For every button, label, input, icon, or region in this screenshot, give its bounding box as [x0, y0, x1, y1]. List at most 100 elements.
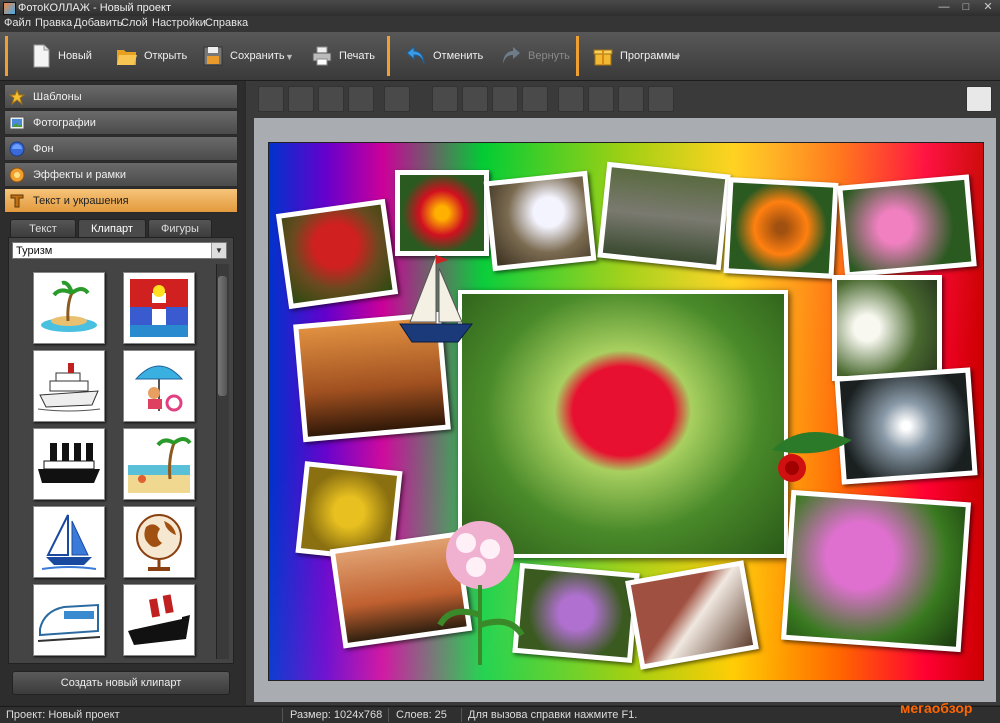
undo-arrow-icon [406, 45, 425, 65]
status-layers: Слоев: 25 [396, 709, 447, 721]
section-templates[interactable]: Шаблоны [4, 84, 238, 109]
photo-mushroom[interactable] [275, 198, 399, 310]
menu-edit[interactable]: Правка [35, 17, 72, 29]
section-label: Текст и украшения [33, 194, 129, 207]
status-size: Размер: 1024x768 [290, 709, 383, 721]
save-button[interactable]: Сохранить [202, 38, 285, 74]
photos-icon [9, 116, 25, 129]
tab-clipart[interactable]: Клипарт [78, 219, 146, 238]
menu-add[interactable]: Добавить [74, 17, 123, 29]
status-hint: Для вызова справки нажмите F1. [468, 709, 638, 721]
section-photos[interactable]: Фотографии [4, 110, 238, 135]
open-label: Открыть [144, 50, 188, 62]
watermark-logo: мегаобзор [900, 700, 973, 716]
new-button[interactable]: Новый [30, 38, 92, 74]
redo-arrow-icon [503, 47, 520, 64]
tab-shapes[interactable]: Фигуры [148, 219, 212, 238]
create-clipart-button[interactable]: Создать новый клипарт [12, 671, 230, 695]
photo-white-flower[interactable] [832, 275, 942, 381]
category-value: Туризм [16, 245, 53, 257]
rose-decoration[interactable] [762, 410, 866, 490]
new-label: Новый [58, 50, 92, 62]
cruise-ship-clip[interactable] [33, 350, 105, 422]
flower-decoration[interactable] [430, 515, 530, 665]
section-label: Фон [33, 142, 54, 155]
delete-icon[interactable] [558, 86, 584, 112]
redo-button[interactable]: Вернуть [500, 38, 570, 74]
main-toolbar: Новый Открыть Сохранить ▼ Печать Отменит… [0, 32, 1000, 81]
close-button[interactable]: ✕ [977, 1, 999, 14]
photo-pink-flowers[interactable] [837, 174, 977, 278]
sailboat-clip[interactable] [33, 506, 105, 578]
minimize-button[interactable]: — [933, 1, 955, 14]
section-background[interactable]: Фон [4, 136, 238, 161]
toolbar-separator [5, 36, 8, 76]
layer-toolbar [252, 84, 996, 114]
app-icon [3, 2, 16, 15]
align-icon[interactable] [384, 86, 410, 112]
sailboat-decoration[interactable] [396, 250, 476, 350]
photo-crocus[interactable] [483, 170, 597, 272]
photo-purple-allium[interactable] [512, 562, 640, 664]
title-bar: ФотоКОЛЛАЖ - Новый проект — □ ✕ [0, 0, 1000, 16]
open-button[interactable]: Открыть [116, 38, 187, 74]
send-back-icon[interactable] [348, 86, 374, 112]
beach-palms-clip[interactable] [123, 428, 195, 500]
steamship-clip[interactable] [33, 428, 105, 500]
clipart-grid [14, 264, 214, 659]
category-select[interactable]: Туризм ▼ [12, 242, 227, 259]
flip-horizontal-icon[interactable] [492, 86, 518, 112]
gift-box-icon [593, 49, 613, 66]
bring-front-icon[interactable] [258, 86, 284, 112]
send-backward-icon[interactable] [318, 86, 344, 112]
crop-icon[interactable] [588, 86, 614, 112]
status-project: Проект: Новый проект [6, 709, 120, 721]
text-decor-icon [10, 194, 24, 207]
menu-file[interactable]: Файл [4, 17, 31, 29]
status-separator [282, 708, 283, 722]
photo-cat[interactable] [597, 161, 731, 271]
beach-umbrella-clip[interactable] [123, 350, 195, 422]
programs-button[interactable]: Программы [592, 38, 679, 74]
undo-button[interactable]: Отменить [405, 38, 483, 74]
lighthouse-clip[interactable] [123, 272, 195, 344]
rotate-right-icon[interactable] [462, 86, 488, 112]
gear-icon[interactable] [618, 86, 644, 112]
printer-icon [312, 46, 332, 66]
page-icon[interactable] [966, 86, 992, 112]
lock-icon[interactable] [648, 86, 674, 112]
tab-text[interactable]: Текст [10, 219, 76, 238]
flip-vertical-icon[interactable] [522, 86, 548, 112]
section-label: Эффекты и рамки [33, 168, 127, 181]
section-text-decor[interactable]: Текст и украшения [4, 188, 238, 213]
programs-dropdown-icon[interactable]: ▼ [673, 52, 682, 62]
section-effects[interactable]: Эффекты и рамки [4, 162, 238, 187]
print-button[interactable]: Печать [311, 38, 375, 74]
photo-orange-flower[interactable] [723, 177, 839, 279]
chevron-down-icon[interactable]: ▼ [211, 243, 226, 258]
toolbar-separator [576, 36, 579, 76]
rotate-left-icon[interactable] [432, 86, 458, 112]
menu-help[interactable]: Справка [205, 17, 248, 29]
ocean-liner-clip[interactable] [123, 584, 195, 656]
maximize-button[interactable]: □ [955, 1, 977, 14]
scrollbar-thumb[interactable] [218, 276, 227, 396]
save-label: Сохранить [230, 50, 285, 62]
menu-settings[interactable]: Настройки [152, 17, 206, 29]
globe-clip[interactable] [123, 506, 195, 578]
section-label: Фотографии [33, 116, 96, 129]
island-clip[interactable] [33, 272, 105, 344]
section-label: Шаблоны [33, 90, 82, 103]
photo-red-flower[interactable] [395, 170, 489, 256]
programs-label: Программы [620, 50, 680, 62]
train-clip[interactable] [33, 584, 105, 656]
save-dropdown-icon[interactable]: ▼ [285, 52, 294, 62]
floppy-save-icon [203, 46, 223, 66]
menu-layer[interactable]: Слой [121, 17, 148, 29]
status-bar: Проект: Новый проект Размер: 1024x768 Сл… [0, 706, 1000, 723]
status-separator [388, 708, 389, 722]
bring-forward-icon[interactable] [288, 86, 314, 112]
clipart-scrollbar[interactable] [216, 264, 229, 659]
print-label: Печать [339, 50, 376, 62]
photo-carnations[interactable] [780, 489, 972, 653]
